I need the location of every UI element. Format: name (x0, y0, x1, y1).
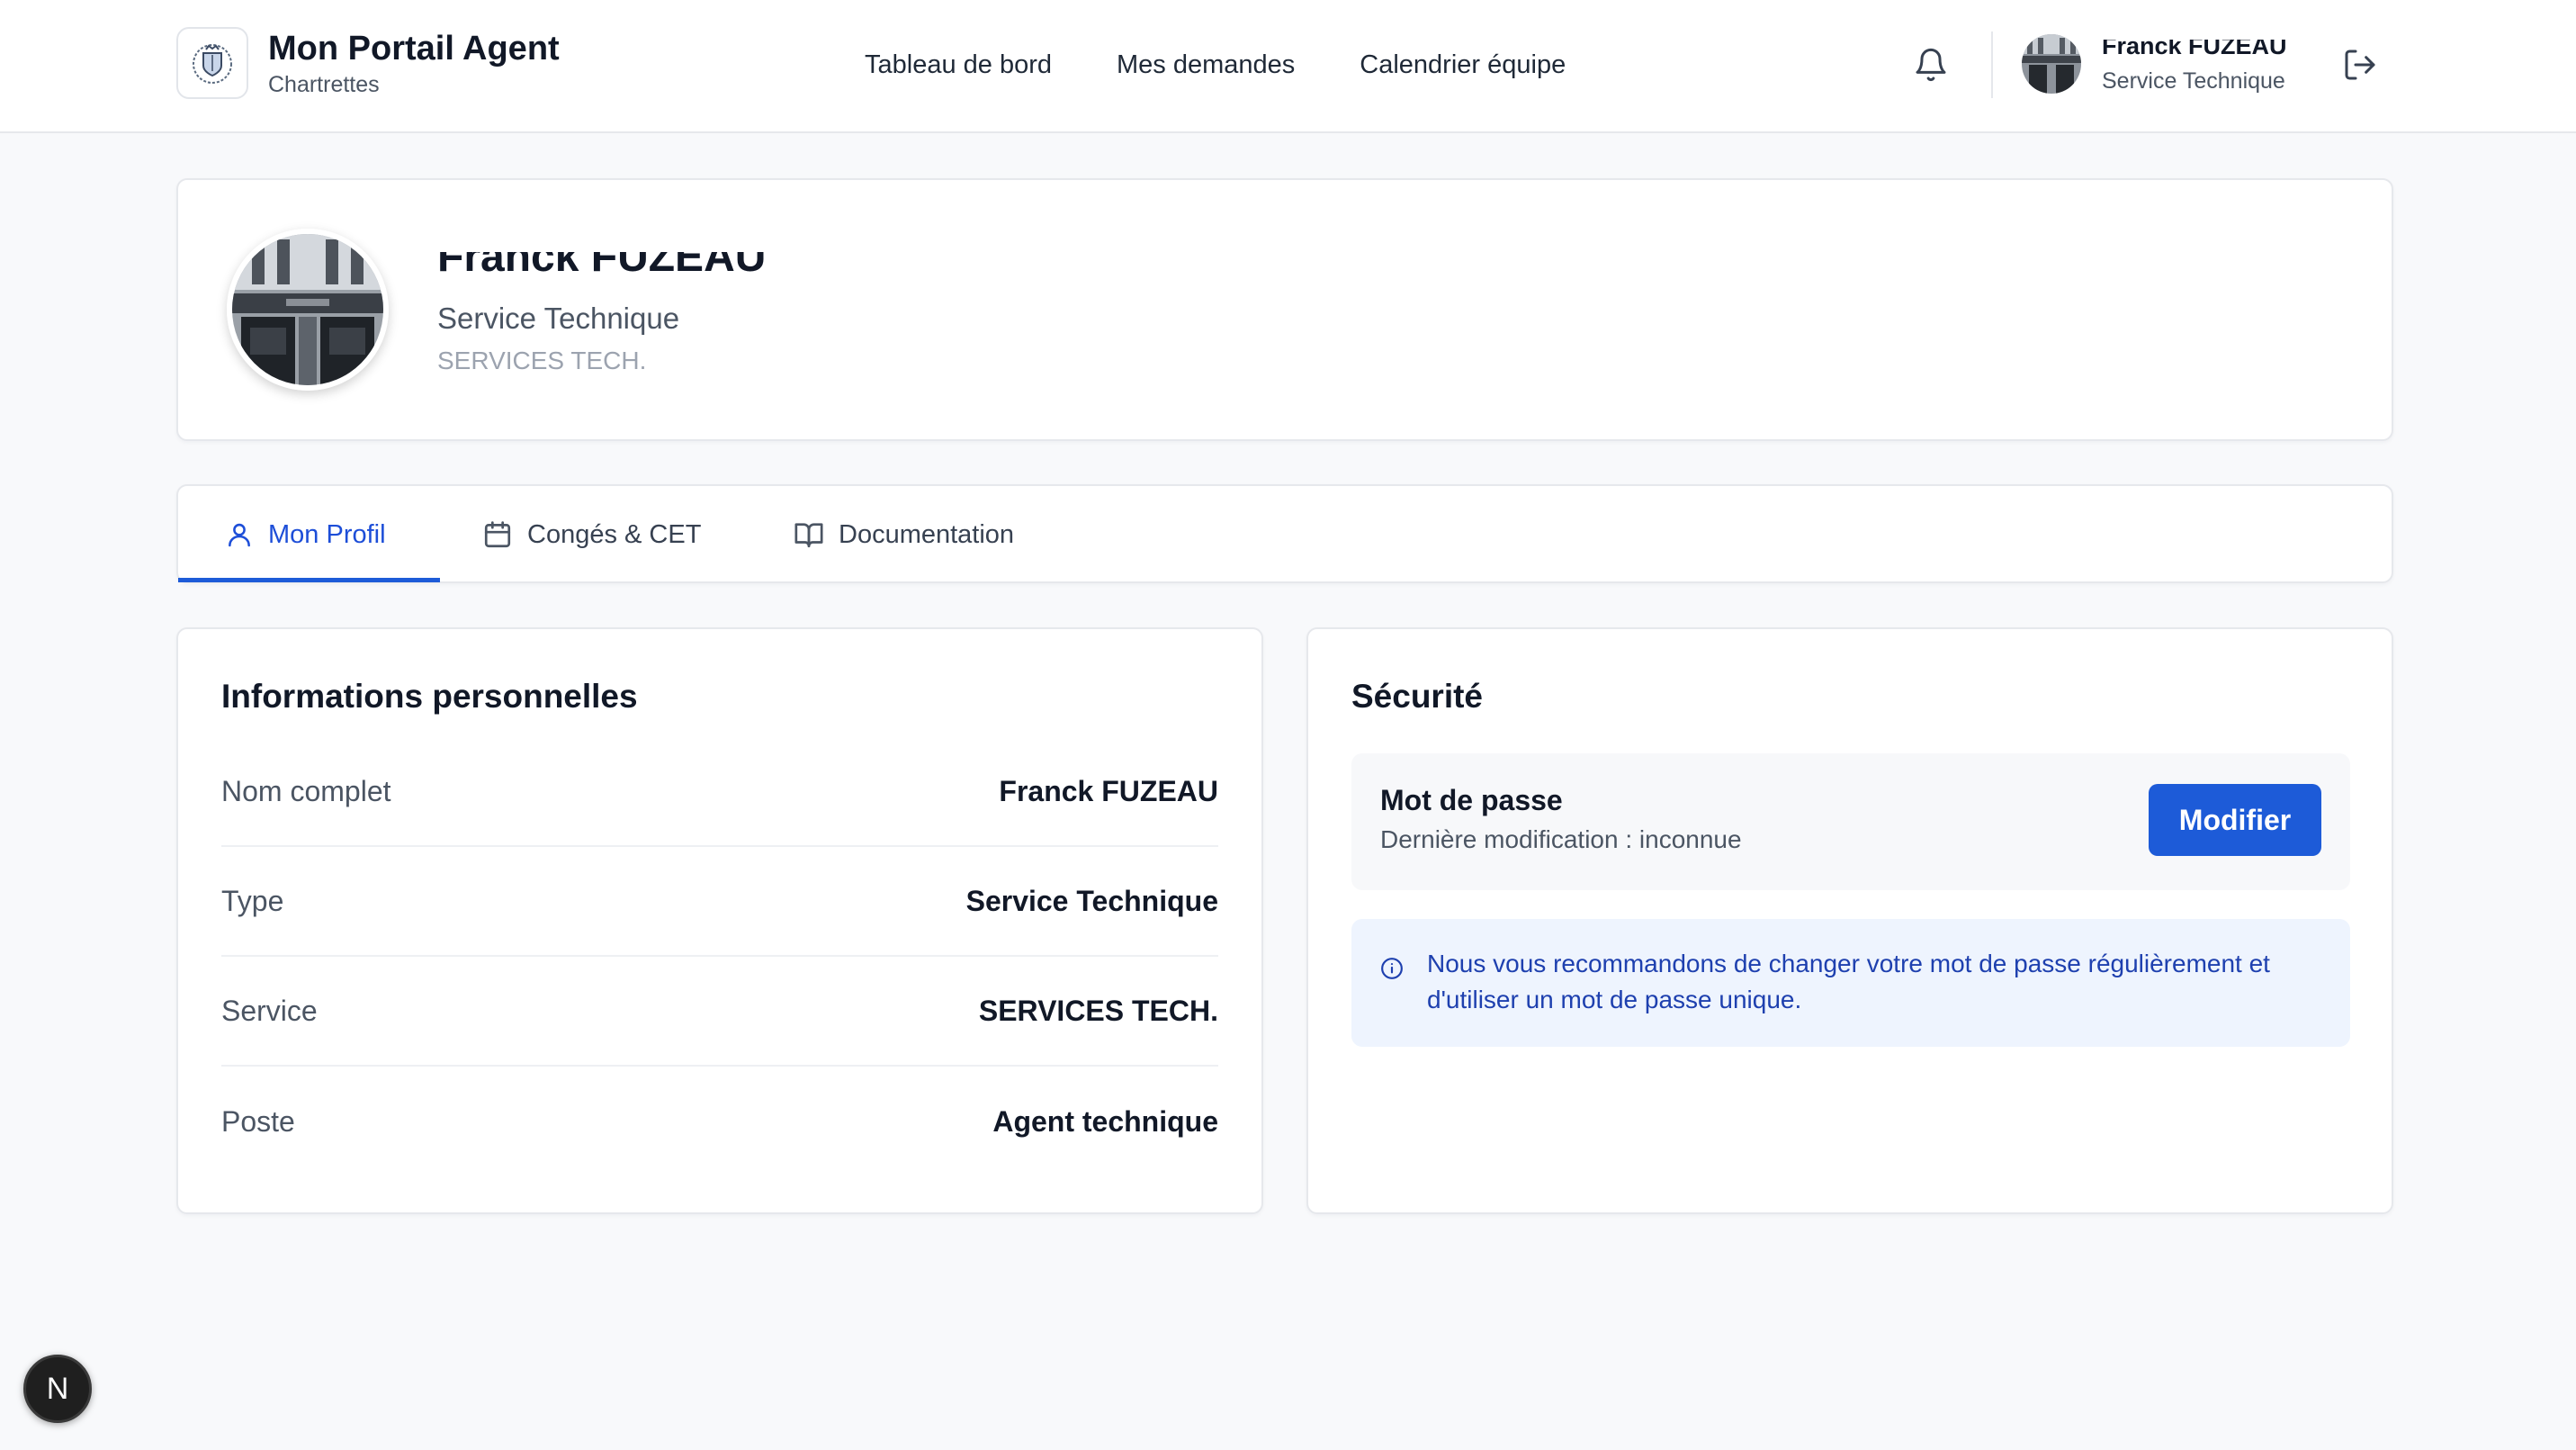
nav-calendrier-equipe[interactable]: Calendrier équipe (1360, 45, 1566, 85)
security-notice-text: Nous vous recommandons de changer votre … (1427, 950, 2270, 1013)
security-title: Sécurité (1351, 678, 1484, 715)
password-title: Mot de passe (1380, 784, 1563, 816)
logout-icon[interactable] (2342, 47, 2378, 83)
tab-bar: Mon Profil Congés & CET Documentation (176, 484, 2393, 583)
user-avatar[interactable] (2022, 34, 2081, 94)
app-title: Mon Portail Agent (268, 30, 560, 68)
profile-type: Service Technique (437, 302, 680, 335)
info-label: Nom complet (221, 774, 391, 807)
active-tab-indicator (178, 578, 440, 582)
user-icon (229, 523, 250, 547)
profile-card: Franck FUZEAU Service Technique SERVICES… (176, 178, 2393, 441)
tab-label: Congés & CET (527, 519, 702, 549)
dev-tools-badge[interactable]: N (23, 1355, 92, 1423)
info-row-service: Service SERVICES TECH. (221, 957, 1218, 1067)
info-icon (1381, 958, 1403, 979)
tab-documentation[interactable]: Documentation (794, 486, 1014, 583)
password-last-modified: Dernière modification : inconnue (1380, 825, 1742, 853)
profile-avatar (227, 229, 389, 391)
nav-tableau-de-bord[interactable]: Tableau de bord (865, 45, 1052, 85)
book-icon (794, 523, 823, 548)
security-card: Sécurité Mot de passe Dernière modificat… (1306, 627, 2393, 1214)
calendar-icon (484, 521, 511, 548)
info-value: Agent technique (992, 1104, 1218, 1138)
tab-label: Documentation (839, 519, 1015, 549)
info-row-nom-complet: Nom complet Franck FUZEAU (221, 737, 1218, 847)
modify-password-button[interactable]: Modifier (2149, 784, 2321, 856)
tab-mon-profil[interactable]: Mon Profil (225, 486, 386, 583)
info-row-type: Type Service Technique (221, 847, 1218, 957)
info-label: Poste (221, 1104, 295, 1138)
tab-conges-cet[interactable]: Congés & CET (482, 486, 701, 583)
header-user-role: Service Technique (2102, 68, 2285, 94)
security-notice: Nous vous recommandons de changer votre … (1351, 919, 2350, 1047)
header-divider (1991, 32, 1993, 98)
info-value: Service Technique (965, 884, 1218, 917)
info-value: SERVICES TECH. (978, 994, 1218, 1027)
tab-label: Mon Profil (268, 519, 386, 549)
app-subtitle: Chartrettes (268, 72, 380, 97)
profile-name: Franck FUZEAU (437, 233, 767, 281)
password-panel: Mot de passe Dernière modification : inc… (1351, 753, 2350, 890)
nav-mes-demandes[interactable]: Mes demandes (1117, 45, 1295, 85)
personal-info-title: Informations personnelles (221, 678, 638, 715)
top-header: Mon Portail Agent Chartrettes Tableau de… (0, 0, 2576, 133)
bell-icon[interactable] (1913, 45, 1949, 85)
town-crest-logo (176, 27, 248, 99)
info-row-poste: Poste Agent technique (221, 1067, 1218, 1176)
header-user-name: Franck FUZEAU (2102, 32, 2287, 59)
brand[interactable]: Mon Portail Agent Chartrettes (176, 27, 560, 99)
main-nav: Tableau de bord Mes demandes Calendrier … (865, 45, 1630, 85)
personal-info-card: Informations personnelles Nom complet Fr… (176, 627, 1263, 1214)
info-label: Service (221, 994, 318, 1027)
info-label: Type (221, 884, 284, 917)
profile-service: SERVICES TECH. (437, 347, 647, 374)
info-value: Franck FUZEAU (999, 774, 1218, 807)
